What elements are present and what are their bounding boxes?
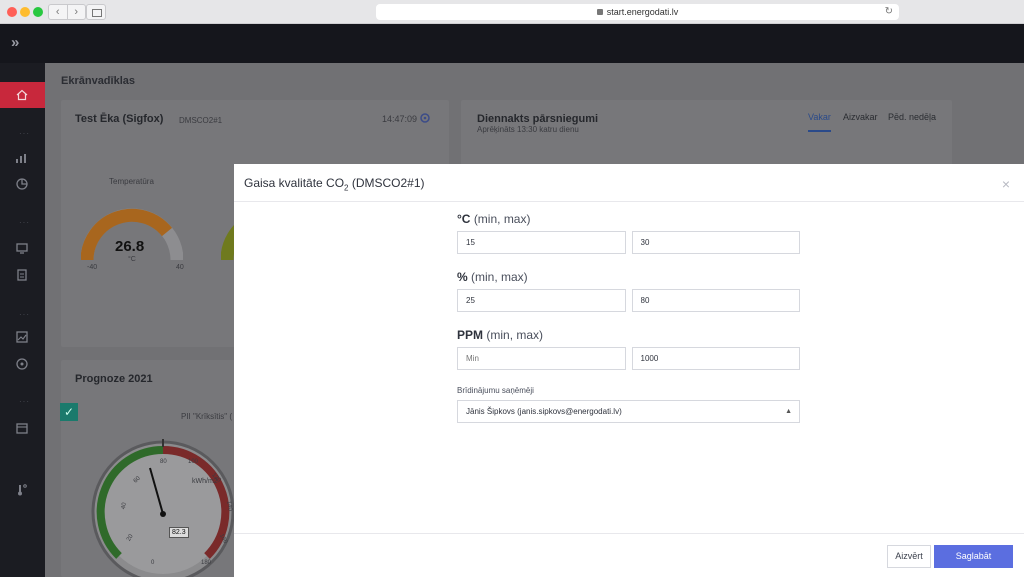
card-time: 14:47:09 [382, 114, 418, 124]
meter-title: PII "Krīksītis" ( [181, 412, 233, 421]
tab-last-week[interactable]: Pēd. nedēļa [888, 112, 936, 122]
card-title: Prognoze 2021 [75, 373, 153, 385]
clipboard-icon[interactable] [15, 268, 29, 282]
thermometer-icon[interactable] [15, 483, 29, 497]
monitor-icon[interactable] [15, 241, 29, 255]
temperature-min-input[interactable] [457, 231, 626, 254]
recipients-value: Jānis Šipkovs (janis.sipkovs@energodati.… [466, 407, 622, 416]
modal-footer: Aizvērt Saglabāt [234, 533, 1024, 577]
sidebar-separator: ··· [19, 310, 30, 319]
meter-value: 82.3 [169, 527, 189, 538]
recipients-label: Brīdinājumu saņēmēji [457, 386, 534, 395]
card-title: Test Ēka (Sigfox) [75, 113, 164, 125]
meter-tick-0: 0 [151, 560, 155, 566]
meter-tick-80: 80 [160, 459, 167, 465]
sidebar-separator: ··· [19, 397, 30, 406]
sidebar-separator: ··· [19, 218, 30, 227]
threshold-form: °C (min, max) % (min, max) PPM (min, max… [457, 212, 800, 423]
modal-title: Gaisa kvalitāte CO2 (DMSCO2#1) [244, 176, 425, 193]
close-window-button[interactable] [7, 7, 17, 17]
humidity-max-input[interactable] [631, 289, 800, 312]
sidebar-toggle-icon[interactable] [86, 4, 106, 20]
zoom-window-button[interactable] [33, 7, 43, 17]
check-icon[interactable]: ✓ [60, 403, 78, 421]
tab-day-before[interactable]: Aizvakar [843, 112, 878, 122]
temperature-max-input[interactable] [631, 231, 800, 254]
ppm-row [457, 347, 800, 370]
co2-settings-modal: Gaisa kvalitāte CO2 (DMSCO2#1) × °C (min… [234, 164, 1024, 577]
ppm-label: PPM (min, max) [457, 328, 544, 342]
temperature-row [457, 231, 800, 254]
meter-tick-40: 40 [120, 502, 128, 510]
chevron-up-icon: ▲ [785, 408, 792, 415]
humidity-label: % (min, max) [457, 270, 528, 284]
energy-meter [91, 439, 234, 577]
gauge-label: Temperatūra [109, 177, 154, 186]
gauge-max: 40 [176, 264, 184, 271]
ppm-max-input[interactable] [631, 347, 800, 370]
close-icon[interactable]: × [1002, 176, 1010, 192]
sidebar-item-home[interactable] [0, 82, 51, 108]
card-title: Diennakts pārsniegumi [477, 113, 599, 125]
save-button[interactable]: Saglabāt [934, 545, 1013, 568]
gauge-unit: °C [128, 256, 136, 263]
meter-tick-100: 100 [188, 459, 199, 465]
humidity-min-input[interactable] [457, 289, 626, 312]
ppm-min-input[interactable] [457, 347, 626, 370]
forward-button[interactable]: › [66, 5, 86, 19]
home-icon [16, 89, 28, 101]
address-bar[interactable]: start.energodati.lv ↻ [376, 4, 899, 20]
archive-icon[interactable] [15, 421, 29, 435]
sidebar: ··· ··· ··· ··· [0, 63, 51, 577]
humidity-row [457, 289, 800, 312]
gauge-min: -40 [87, 264, 98, 271]
page-title: Ekrānvadīklas [61, 75, 135, 87]
temperature-label: °C (min, max) [457, 212, 531, 226]
history-nav: ‹ › [48, 4, 86, 20]
app-topbar: » [0, 24, 1024, 63]
gauge-value: 26.8 [115, 238, 145, 255]
card-subtitle: DMSCO2#1 [179, 116, 223, 125]
bar-chart-icon[interactable] [15, 151, 29, 165]
lock-icon [596, 9, 603, 15]
sidebar-separator: ··· [19, 129, 30, 138]
expand-menu-icon[interactable]: » [11, 34, 20, 51]
tab-yesterday[interactable]: Vakar [808, 112, 831, 132]
browser-toolbar: ‹ › start.energodati.lv ↻ [0, 0, 1024, 24]
reload-icon[interactable]: ↻ [885, 4, 893, 20]
close-button[interactable]: Aizvērt [887, 545, 931, 568]
image-chart-icon[interactable] [15, 330, 29, 344]
meter-tick-180: 180 [201, 560, 212, 566]
minimize-window-button[interactable] [20, 7, 30, 17]
modal-header: Gaisa kvalitāte CO2 (DMSCO2#1) × [234, 164, 1024, 202]
card-subtitle: Aprēķināts 13:30 katru dienu [477, 125, 579, 134]
recipients-select[interactable]: Jānis Šipkovs (janis.sipkovs@energodati.… [457, 400, 800, 423]
url-text: start.energodati.lv [606, 7, 679, 17]
back-button[interactable]: ‹ [49, 5, 67, 19]
settings-gear-icon[interactable] [419, 112, 431, 124]
palette-icon[interactable] [15, 357, 29, 371]
pie-chart-icon[interactable] [15, 177, 29, 191]
